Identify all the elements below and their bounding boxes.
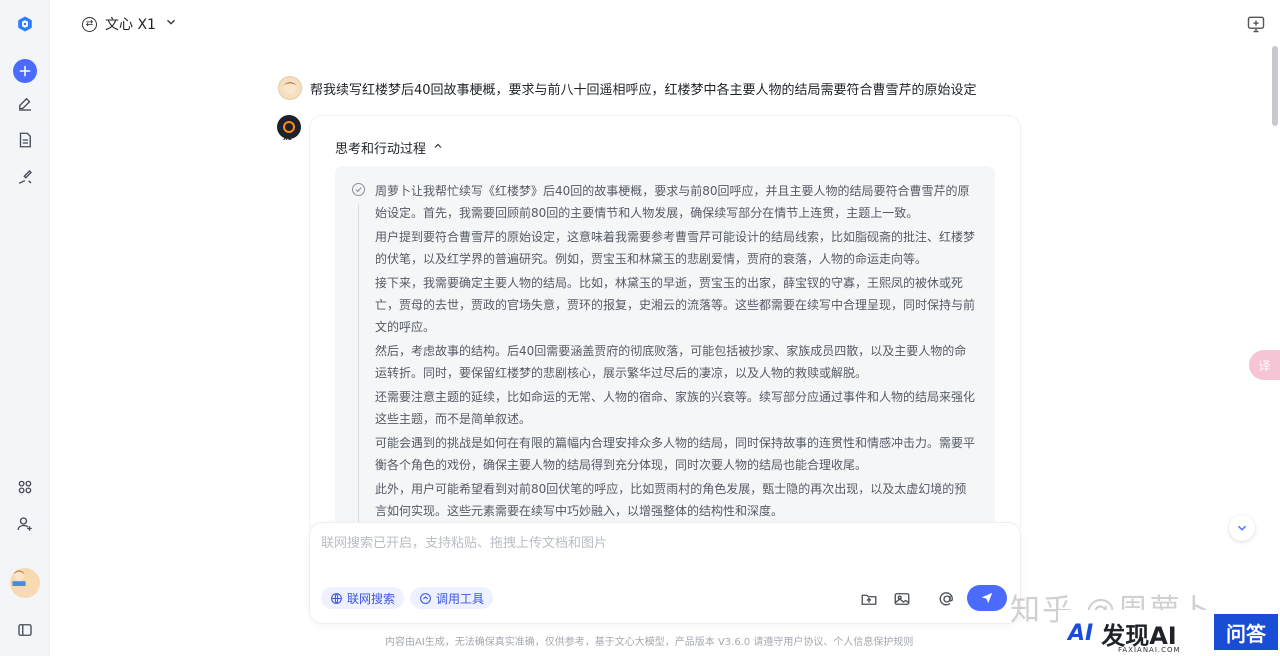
upload-folder-icon[interactable]	[858, 588, 880, 610]
watermark-qa: 问答	[1214, 614, 1278, 650]
new-chat-button[interactable]	[13, 59, 37, 83]
app-logo-icon[interactable]	[13, 12, 37, 36]
thinking-paragraph: 此外，用户可能希望看到对前80回伏笔的呼应，比如贾雨村的角色发展，甄士隐的再次出…	[375, 482, 967, 518]
thinking-divider	[358, 204, 359, 536]
send-button[interactable]	[967, 585, 1007, 611]
document-icon[interactable]	[13, 128, 37, 152]
watermark-brand-sub: FAXIANAI.COM	[1118, 646, 1181, 654]
web-search-label: 联网搜索	[347, 591, 396, 606]
collapse-sidebar-icon[interactable]	[13, 618, 37, 642]
image-upload-icon[interactable]	[891, 588, 913, 610]
user-message-text: 帮我续写红楼梦后40回故事梗概，要求与前八十回遥相呼应，红楼梦中各主要人物的结局…	[310, 82, 977, 98]
chat-input-box[interactable]: 联网搜索已开启，支持粘贴、拖拽上传文档和图片 联网搜索 调用工具	[310, 523, 1020, 623]
thinking-toggle[interactable]: 思考和行动过程	[335, 138, 444, 157]
thinking-paragraph: 周萝卜让我帮忙续写《红楼梦》后40回的故事梗概，要求与前80回呼应，并且主要人物…	[375, 184, 970, 220]
chat-input[interactable]: 联网搜索已开启，支持粘贴、拖拽上传文档和图片	[321, 532, 607, 551]
web-search-toggle[interactable]: 联网搜索	[321, 587, 405, 609]
draw-icon[interactable]	[13, 165, 37, 189]
footer-disclaimer: 内容由AI生成，无法确保真实准确，仅供参考，基于文心大模型，产品版本 V3.6.…	[385, 637, 914, 648]
screen-share-icon[interactable]	[1246, 14, 1266, 34]
model-name: 文心 X1	[105, 17, 156, 33]
user-avatar[interactable]	[10, 568, 40, 598]
tools-toggle[interactable]: 调用工具	[410, 587, 494, 609]
user-message: 帮我续写红楼梦后40回故事梗概，要求与前八十回遥相呼应，红楼梦中各主要人物的结局…	[278, 76, 977, 100]
scroll-down-button[interactable]	[1229, 515, 1255, 541]
thinking-paragraph: 接下来，我需要确定主要人物的结局。比如，林黛玉的早逝，贾宝玉的出家，薛宝钗的守寡…	[375, 276, 976, 334]
edit-icon[interactable]	[13, 92, 37, 116]
model-icon: ⇄	[82, 16, 97, 32]
check-circle-icon	[352, 183, 365, 196]
thinking-paragraph: 还需要注意主题的延续，比如命运的无常、人物的宿命、家族的兴衰等。续写部分应通过事…	[375, 390, 976, 426]
add-user-icon[interactable]	[13, 512, 37, 536]
watermark-badge: AI 发现AI FAXIANAI.COM 问答	[1058, 610, 1278, 656]
user-message-avatar	[278, 76, 302, 100]
bot-avatar-label: X1	[283, 135, 292, 142]
bot-avatar: X1	[277, 115, 303, 142]
model-selector[interactable]: ⇄ 文心 X1	[82, 14, 178, 34]
left-rail	[0, 0, 50, 656]
tools-label: 调用工具	[436, 591, 485, 606]
mention-icon[interactable]	[936, 588, 958, 610]
watermark-ai-logo: AI	[1068, 620, 1094, 646]
top-bar: ⇄ 文心 X1	[50, 0, 1280, 50]
thinking-paragraph: 然后，考虑故事的结构。后40回需要涵盖贾府的彻底败落，可能包括被抄家、家族成员四…	[375, 344, 967, 380]
thinking-header: 思考和行动过程	[335, 142, 427, 157]
translate-button[interactable]: 译	[1249, 350, 1280, 380]
chevron-down-icon	[164, 15, 178, 33]
thinking-paragraphs: 周萝卜让我帮忙续写《红楼梦》后40回的故事梗概，要求与前80回呼应，并且主要人物…	[375, 180, 975, 524]
apps-grid-icon[interactable]	[13, 475, 37, 499]
thinking-paragraph: 可能会遇到的挑战是如何在有限的篇幅内合理安排众多人物的结局，同时保持故事的连贯性…	[375, 436, 976, 472]
thinking-panel: 周萝卜让我帮忙续写《红楼梦》后40回的故事梗概，要求与前80回呼应，并且主要人物…	[335, 166, 995, 536]
thinking-paragraph: 用户提到要符合曹雪芹的原始设定，这意味着我需要参考曹雪芹可能设计的结局线索，比如…	[375, 230, 976, 266]
scrollbar[interactable]	[1272, 46, 1278, 126]
answer-card: 思考和行动过程 周萝卜让我帮忙续写《红楼梦》后40回的故事梗概，要求与前80回呼…	[310, 116, 1020, 536]
chevron-up-icon	[432, 140, 444, 156]
